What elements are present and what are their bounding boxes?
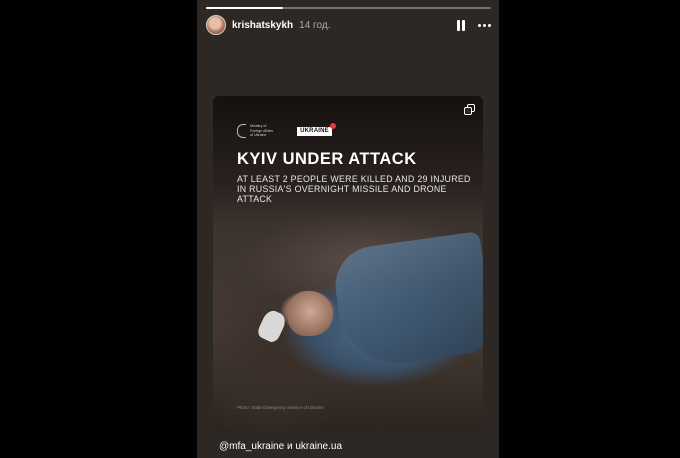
story-header: krishatskykh 14 год. (206, 14, 491, 36)
story-progress-fill (206, 7, 283, 9)
ukraine-badge-text: UKRAINE (300, 128, 329, 134)
carousel-icon (464, 104, 475, 115)
post-headline: KYIV UNDER ATTACK (237, 150, 417, 168)
mfa-mark-icon (237, 124, 246, 138)
story-mention[interactable]: @mfa_ukraine и ukraine.ua (219, 441, 342, 452)
ukraine-badge-dot (329, 122, 336, 129)
photo-glove (255, 307, 289, 345)
story-progress-bar (206, 7, 491, 9)
avatar[interactable] (206, 15, 226, 35)
pause-icon[interactable] (456, 19, 466, 31)
story-viewer[interactable]: krishatskykh 14 год. Ministry of Foreign … (197, 0, 499, 458)
more-horizontal-icon[interactable] (478, 22, 491, 29)
mfa-logo-text: Ministry of Foreign Affairs of Ukraine (250, 124, 274, 138)
photo-credit: Photo: State Emergency Service of Ukrain… (237, 405, 324, 410)
post-subline: AT LEAST 2 PEOPLE WERE KILLED AND 29 INJ… (237, 174, 471, 204)
photo-jeans (330, 231, 483, 371)
photo-hand (288, 291, 333, 336)
post-logos: Ministry of Foreign Affairs of Ukraine UKR… (237, 122, 336, 138)
ukraine-badge: UKRAINE (297, 122, 336, 136)
story-controls (456, 19, 491, 31)
username[interactable]: krishatskykh (232, 20, 293, 31)
shared-post-image[interactable]: Ministry of Foreign Affairs of Ukraine UKR… (213, 96, 483, 433)
mention-text[interactable]: @mfa_ukraine и ukraine.ua (219, 441, 342, 452)
mfa-logo: Ministry of Foreign Affairs of Ukraine (237, 124, 273, 138)
post-time: 14 год. (299, 19, 331, 31)
